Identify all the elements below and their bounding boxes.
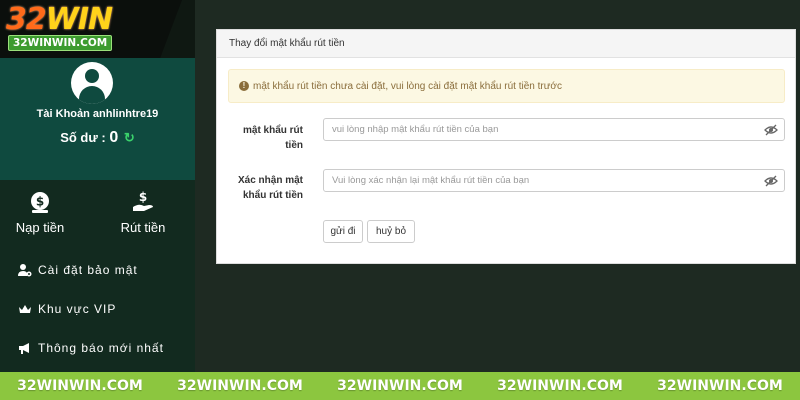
confirm-password-label: Xác nhận mật khẩu rút tiền: [237, 175, 303, 201]
warning-alert: ! mật khẩu rút tiền chưa cài đặt, vui lò…: [228, 69, 785, 103]
confirm-password-input[interactable]: [324, 170, 744, 191]
watermark-banner: 32WINWIN.COM 32WINWIN.COM 32WINWIN.COM 3…: [0, 372, 800, 400]
deposit-button[interactable]: $ Nạp tiền: [0, 190, 80, 235]
withdraw-button[interactable]: $ Rút tiền: [103, 190, 183, 235]
sidebar: Tài Khoản anhlinhtre19 Số dư : 0 ↻ 32WIN…: [0, 0, 195, 372]
change-withdraw-password-panel: Thay đổi mật khẩu rút tiền ! mật khẩu rú…: [216, 29, 796, 264]
hand-dollar-icon: $: [133, 190, 153, 211]
deposit-label: Nạp tiền: [15, 220, 65, 235]
nav-security-settings[interactable]: Cài đặt bảo mật: [18, 263, 138, 277]
exclamation-icon: !: [239, 81, 249, 91]
nav-vip-label: Khu vực VIP: [38, 302, 117, 316]
user-gear-icon: [18, 264, 32, 277]
refresh-icon[interactable]: ↻: [124, 130, 135, 145]
withdraw-label: Rút tiền: [120, 220, 166, 235]
alert-text: mật khẩu rút tiền chưa cài đặt, vui lòng…: [253, 80, 562, 92]
nav-security-label: Cài đặt bảo mật: [38, 263, 138, 277]
money-bag-icon: $: [31, 192, 49, 213]
logo[interactable]: 32WIN 32WINWIN.COM: [0, 0, 195, 58]
balance: Số dư : 0 ↻: [0, 129, 195, 147]
megaphone-icon: [19, 343, 29, 354]
watermark-text: 32WINWIN.COM: [657, 378, 783, 394]
password-field-wrapper: [323, 118, 785, 141]
crown-icon: [19, 305, 31, 313]
svg-text:$: $: [139, 190, 147, 204]
account-name: Tài Khoản anhlinhtre19: [36, 108, 159, 120]
nav-latest-notifications[interactable]: Thông báo mới nhất: [18, 341, 164, 355]
withdraw-password-input[interactable]: [324, 119, 744, 140]
svg-text:$: $: [36, 195, 44, 209]
balance-value: 0: [109, 129, 119, 146]
nav-notice-label: Thông báo mới nhất: [38, 341, 164, 355]
watermark-text: 32WINWIN.COM: [177, 378, 303, 394]
password-label: mật khẩu rút tiền: [242, 125, 303, 151]
confirm-field-wrapper: [323, 169, 785, 192]
submit-button[interactable]: gửi đi: [323, 220, 363, 243]
avatar-icon[interactable]: [71, 62, 113, 104]
balance-label: Số dư :: [60, 130, 106, 145]
cancel-button[interactable]: huỷ bỏ: [367, 220, 415, 243]
panel-title: Thay đổi mật khẩu rút tiền: [217, 30, 795, 58]
logo-subtitle: 32WINWIN.COM: [8, 35, 113, 51]
watermark-text: 32WINWIN.COM: [497, 378, 623, 394]
watermark-text: 32WINWIN.COM: [17, 378, 143, 394]
nav-vip-area[interactable]: Khu vực VIP: [18, 302, 116, 316]
wallet-actions: $ Nạp tiền $ Rút tiền: [0, 180, 195, 250]
logo-wordmark: 32WIN: [6, 2, 113, 37]
eye-slash-icon[interactable]: [764, 124, 778, 136]
eye-slash-icon[interactable]: [764, 175, 778, 187]
watermark-text: 32WINWIN.COM: [337, 378, 463, 394]
